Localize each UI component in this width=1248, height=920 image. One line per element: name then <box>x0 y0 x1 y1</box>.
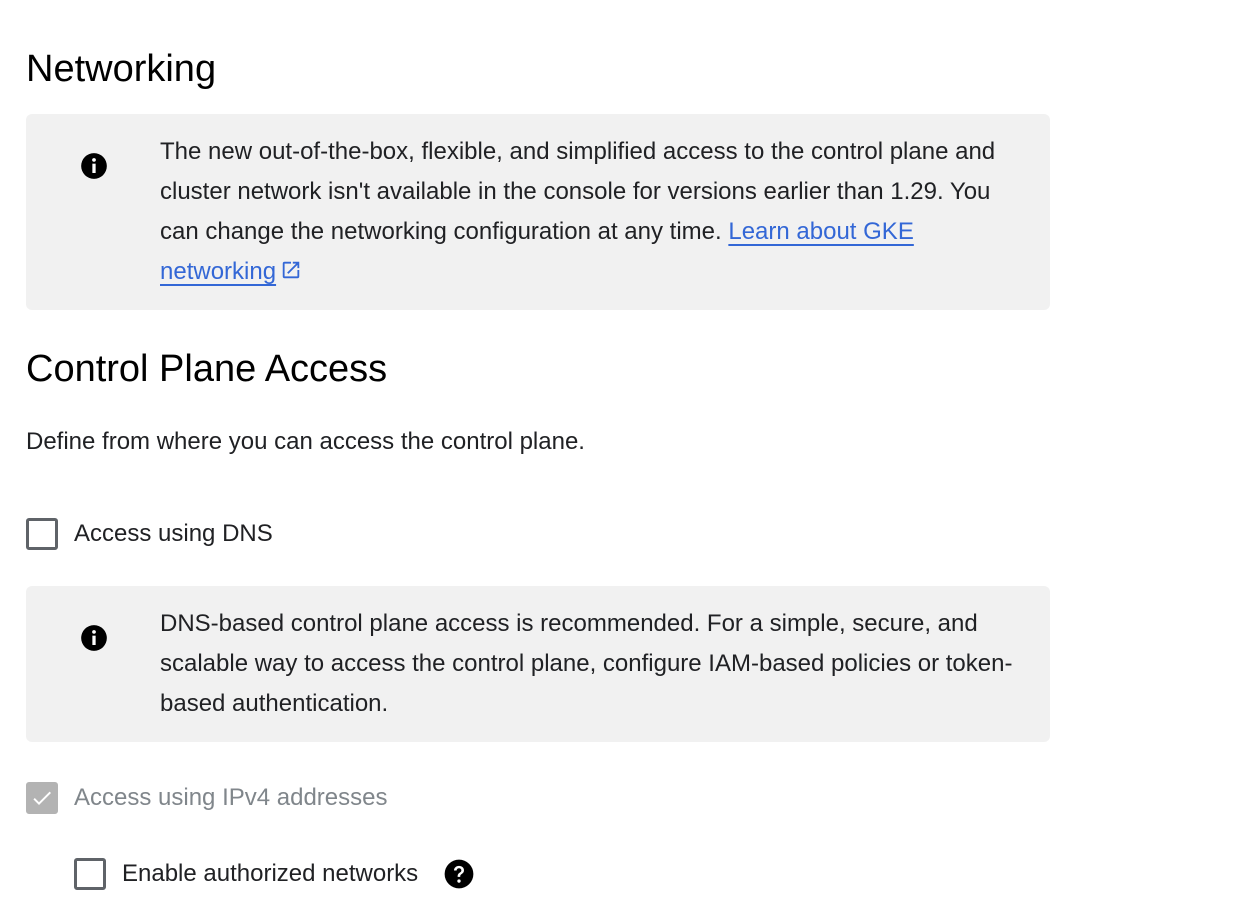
networking-info-text: The new out-of-the-box, flexible, and si… <box>160 132 1020 292</box>
authorized-networks-label[interactable]: Enable authorized networks <box>122 858 418 890</box>
authorized-networks-checkbox[interactable] <box>74 858 106 890</box>
access-dns-checkbox[interactable] <box>26 518 58 550</box>
dns-info-text: DNS-based control plane access is recomm… <box>160 610 1013 717</box>
access-dns-label[interactable]: Access using DNS <box>74 518 273 550</box>
access-ipv4-checkbox[interactable] <box>26 782 58 814</box>
check-icon <box>33 791 51 805</box>
control-plane-description: Define from where you can access the con… <box>26 428 585 455</box>
access-dns-row: Access using DNS <box>26 517 273 551</box>
dns-info-banner: DNS-based control plane access is recomm… <box>26 586 1050 742</box>
networking-info-banner: The new out-of-the-box, flexible, and si… <box>26 114 1050 310</box>
help-icon[interactable] <box>444 859 474 889</box>
access-ipv4-row: Access using IPv4 addresses <box>26 781 388 815</box>
networking-title: Networking <box>26 48 217 90</box>
authorized-networks-row: Enable authorized networks <box>74 857 474 891</box>
info-icon <box>81 625 107 651</box>
control-plane-access-title: Control Plane Access <box>26 348 388 390</box>
info-icon <box>81 153 107 179</box>
access-ipv4-label[interactable]: Access using IPv4 addresses <box>74 782 388 814</box>
networking-page: Networking The new out-of-the-box, flexi… <box>0 0 1248 920</box>
open-in-new-icon[interactable] <box>280 259 302 281</box>
